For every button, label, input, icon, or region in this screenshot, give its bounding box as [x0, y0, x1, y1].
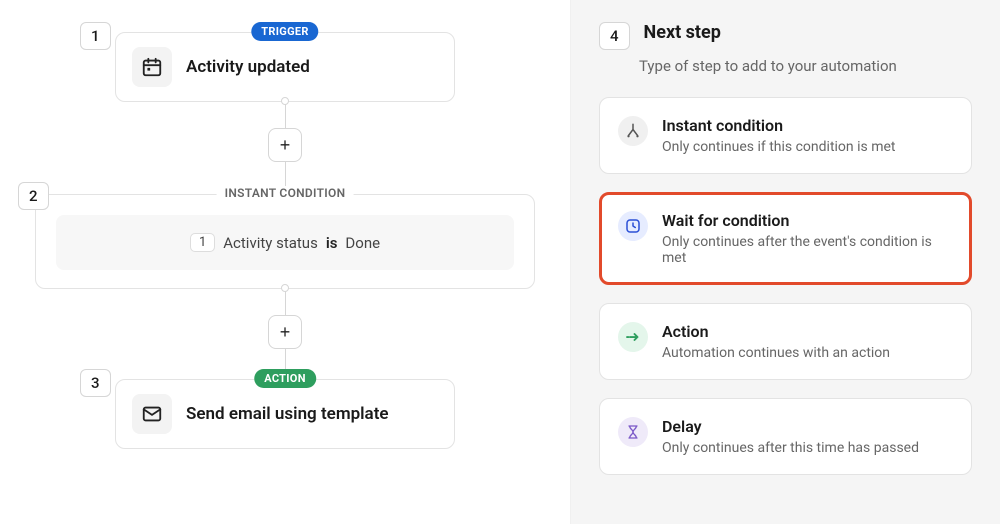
- option-desc: Automation continues with an action: [662, 345, 953, 361]
- instant-condition-label: INSTANT CONDITION: [217, 186, 354, 200]
- instant-condition-card[interactable]: INSTANT CONDITION 1 Activity status is D…: [35, 194, 535, 289]
- option-desc: Only continues after the event's conditi…: [662, 234, 953, 266]
- option-desc: Only continues if this condition is met: [662, 139, 953, 155]
- option-action[interactable]: Action Automation continues with an acti…: [599, 303, 972, 380]
- condition-rule[interactable]: 1 Activity status is Done: [56, 215, 514, 270]
- action-pill: ACTION: [254, 369, 316, 388]
- action-title: Send email using template: [186, 404, 389, 424]
- trigger-title: Activity updated: [186, 57, 310, 77]
- condition-field: Activity status: [223, 234, 318, 252]
- condition-index: 1: [190, 233, 215, 252]
- step-number-2: 2: [18, 182, 49, 210]
- option-desc: Only continues after this time has passe…: [662, 440, 953, 456]
- condition-value: Done: [345, 234, 380, 252]
- add-step-button-1[interactable]: +: [268, 128, 302, 162]
- clock-icon: [618, 211, 648, 241]
- trigger-card[interactable]: TRIGGER Activity updated: [115, 32, 455, 102]
- hourglass-icon: [618, 417, 648, 447]
- split-icon: [618, 116, 648, 146]
- step-number-1: 1: [80, 22, 111, 50]
- trigger-pill: TRIGGER: [251, 22, 318, 41]
- option-title: Instant condition: [662, 116, 953, 135]
- condition-operator: is: [326, 234, 338, 252]
- mail-icon: [132, 394, 172, 434]
- option-title: Action: [662, 322, 953, 341]
- panel-step-number: 4: [599, 22, 630, 50]
- action-card[interactable]: ACTION Send email using template: [115, 379, 455, 449]
- panel-subtitle: Type of step to add to your automation: [639, 57, 972, 75]
- arrow-right-icon: [618, 322, 648, 352]
- panel-title: Next step: [644, 22, 721, 43]
- option-title: Delay: [662, 417, 953, 436]
- automation-canvas: 1 TRIGGER Activity updated + 2: [0, 0, 570, 524]
- option-delay[interactable]: Delay Only continues after this time has…: [599, 398, 972, 475]
- step-number-3: 3: [80, 369, 111, 397]
- option-title: Wait for condition: [662, 211, 953, 230]
- next-step-panel: 4 Next step Type of step to add to your …: [570, 0, 1000, 524]
- add-step-button-2[interactable]: +: [268, 315, 302, 349]
- option-instant-condition[interactable]: Instant condition Only continues if this…: [599, 97, 972, 174]
- calendar-icon: [132, 47, 172, 87]
- option-wait-for-condition[interactable]: Wait for condition Only continues after …: [599, 192, 972, 285]
